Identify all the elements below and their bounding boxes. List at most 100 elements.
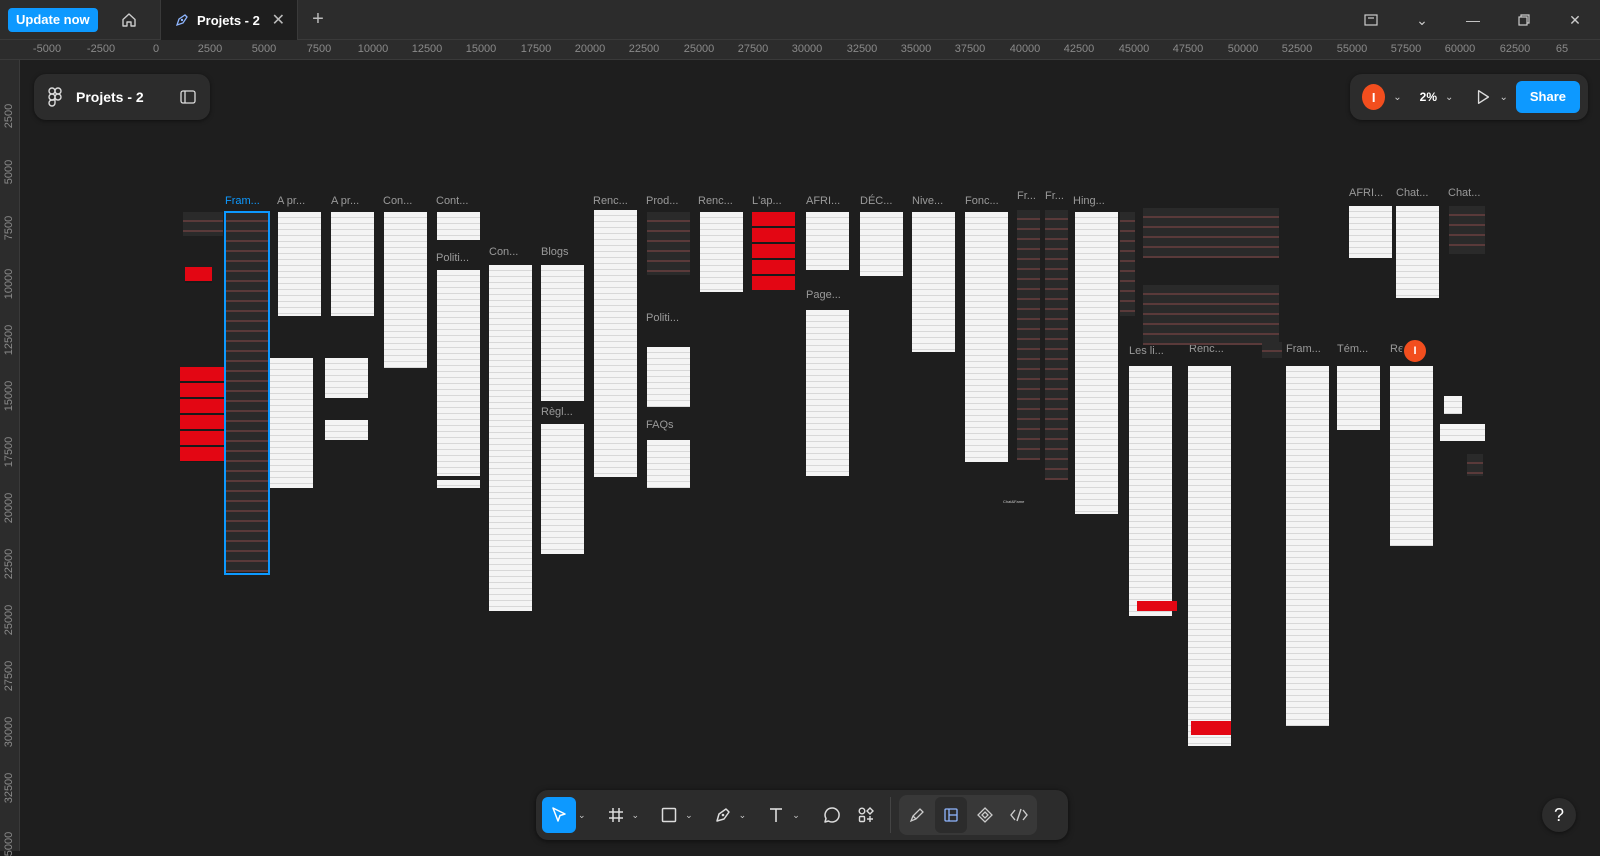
chevron-down-icon[interactable]: ⌄ [739, 810, 747, 821]
design-frame[interactable] [1396, 206, 1439, 298]
help-button[interactable]: ? [1542, 798, 1576, 832]
design-frame[interactable] [1390, 366, 1433, 546]
window-panel-icon[interactable] [1361, 10, 1381, 30]
pen-tool-button[interactable] [709, 797, 737, 833]
frame-label[interactable]: Chat... [1396, 187, 1428, 199]
design-frame[interactable] [647, 440, 690, 488]
shape-tool-button[interactable] [655, 797, 683, 833]
design-frame[interactable] [1444, 396, 1462, 414]
frame-label[interactable]: L'ap... [752, 195, 782, 207]
design-frame[interactable] [1137, 601, 1177, 611]
design-frame[interactable] [1017, 210, 1040, 460]
chevron-down-icon[interactable]: ⌄ [1445, 92, 1453, 103]
design-frame[interactable] [1337, 366, 1380, 430]
frame-label[interactable]: Politi... [436, 252, 469, 264]
chevron-down-icon[interactable]: ⌄ [1412, 10, 1432, 30]
frame-label[interactable]: Les li... [1129, 345, 1164, 357]
design-frame[interactable] [437, 270, 480, 476]
design-frame[interactable] [1286, 366, 1329, 726]
design-frame[interactable] [1188, 366, 1231, 746]
draw-mode-button[interactable] [901, 797, 933, 833]
chevron-down-icon[interactable]: ⌄ [578, 810, 586, 821]
close-window-icon[interactable]: ✕ [1565, 10, 1585, 30]
design-frame[interactable] [1440, 424, 1485, 441]
design-frame[interactable] [806, 212, 849, 270]
design-frame[interactable] [325, 420, 368, 440]
frame-label[interactable]: Tém... [1337, 343, 1368, 355]
design-frame[interactable] [647, 212, 690, 275]
frame-label[interactable]: Cont... [436, 195, 468, 207]
frame-label[interactable]: Fram... [225, 195, 260, 207]
design-frame[interactable] [1143, 285, 1279, 345]
design-frame[interactable] [1467, 454, 1483, 476]
move-tool-button[interactable] [542, 797, 576, 833]
design-canvas[interactable]: Fram... A pr... A pr... Con... Cont... Politi… [21, 61, 1600, 851]
frame-label[interactable]: Prod... [646, 195, 678, 207]
restore-icon[interactable] [1514, 10, 1534, 30]
chevron-down-icon[interactable]: ⌄ [632, 810, 640, 821]
tab-projets-2[interactable]: Projets - 2 ✕ [160, 0, 298, 40]
frame-label[interactable]: Page... [806, 289, 841, 301]
frame-label[interactable]: AFRI... [1349, 187, 1383, 199]
frame-label[interactable]: Renc... [698, 195, 733, 207]
home-button[interactable] [112, 8, 146, 32]
present-play-icon[interactable] [1475, 88, 1491, 106]
design-frame[interactable] [185, 267, 212, 283]
frame-label[interactable]: Règl... [541, 406, 573, 418]
frame-label[interactable]: FAQs [646, 419, 674, 431]
chevron-down-icon[interactable]: ⌄ [1499, 92, 1507, 103]
design-frame[interactable] [1075, 212, 1118, 514]
update-now-button[interactable]: Update now [8, 8, 98, 32]
design-frame[interactable] [594, 210, 637, 477]
chevron-down-icon[interactable]: ⌄ [685, 810, 693, 821]
design-frame[interactable] [1129, 366, 1172, 616]
frame-label[interactable]: Hing... [1073, 195, 1105, 207]
chevron-down-icon[interactable]: ⌄ [1393, 92, 1401, 103]
frame-label[interactable]: Politi... [646, 312, 679, 324]
components-mode-button[interactable] [969, 797, 1001, 833]
frame-label[interactable]: Chat... [1448, 187, 1480, 199]
design-frame[interactable] [700, 212, 743, 292]
design-frame[interactable] [278, 212, 321, 316]
close-tab-icon[interactable]: ✕ [272, 10, 285, 30]
share-button[interactable]: Share [1515, 81, 1580, 113]
design-frame[interactable] [647, 347, 690, 407]
frame-label[interactable]: Fr... [1017, 190, 1036, 202]
frame-label[interactable]: Blogs [541, 246, 569, 258]
chevron-down-icon[interactable]: ⌄ [792, 810, 800, 821]
design-frame[interactable] [1262, 342, 1282, 358]
design-frame[interactable] [752, 212, 795, 290]
design-frame[interactable] [1120, 212, 1135, 316]
design-mode-button[interactable] [934, 797, 967, 833]
dev-mode-button[interactable] [1003, 797, 1035, 833]
design-frame[interactable] [270, 358, 313, 488]
frame-label[interactable]: Fonc... [965, 195, 999, 207]
frame-label[interactable]: AFRI... [806, 195, 840, 207]
design-frame[interactable] [912, 212, 955, 352]
design-frame[interactable] [489, 265, 532, 611]
design-frame[interactable] [541, 265, 584, 401]
design-frame[interactable] [437, 480, 480, 488]
new-tab-button[interactable]: + [306, 8, 330, 32]
frame-label[interactable]: DÉC... [860, 195, 892, 207]
frame-label[interactable]: Fr... [1045, 190, 1064, 202]
frame-label[interactable]: Nive... [912, 195, 943, 207]
frame-label[interactable]: A pr... [331, 195, 359, 207]
file-name[interactable]: Projets - 2 [76, 89, 144, 105]
frame-label[interactable]: Fram... [1286, 343, 1321, 355]
design-frame[interactable] [806, 310, 849, 476]
design-frame[interactable] [331, 212, 374, 316]
frame-label[interactable]: Con... [383, 195, 412, 207]
design-frame[interactable] [965, 212, 1008, 462]
sidebar-toggle-icon[interactable] [180, 90, 196, 104]
actions-tool-button[interactable] [850, 797, 882, 833]
frame-tool-button[interactable] [602, 797, 630, 833]
design-frame[interactable] [541, 424, 584, 554]
comment-tool-button[interactable] [816, 797, 848, 833]
design-frame[interactable] [437, 212, 480, 240]
frame-label[interactable]: Renc... [593, 195, 628, 207]
design-frame[interactable] [1191, 721, 1231, 735]
text-tool-button[interactable] [762, 797, 790, 833]
minimize-icon[interactable]: — [1463, 10, 1483, 30]
design-frame[interactable] [1449, 206, 1485, 254]
